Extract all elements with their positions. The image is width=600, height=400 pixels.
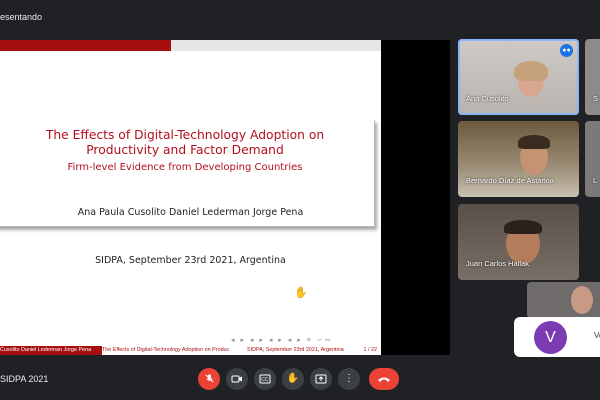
participant-tile-partial[interactable]: S [585,39,600,115]
participant-name: Bernardo Díaz de Astarloa [466,176,554,185]
slide-title: The Effects of Digital-Technology Adopti… [0,128,370,158]
captions-icon: CC [259,374,271,384]
participant-name-partial: S [593,94,599,103]
footer-title: The Effects of Digital-Technology Adopti… [102,346,247,355]
slide-title-line1: The Effects of Digital-Technology Adopti… [45,128,325,142]
participant-video-hair [518,135,550,149]
captions-button[interactable]: CC [254,368,276,390]
raise-hand-button[interactable]: ✋ [282,368,304,390]
participant-card-label: Ve [594,331,600,340]
slide-letterbox [381,40,450,355]
participant-name: Juan Carlos Hallak [466,259,529,268]
participant-tile-partial[interactable] [527,282,600,318]
participant-tile-partial[interactable]: L [585,121,600,197]
slide-event: SIDPA, September 23rd 2021, Argentina [95,255,286,266]
participant-tile-bernardo[interactable]: Bernardo Díaz de Astarloa [458,121,579,197]
present-icon [315,374,327,384]
slide-subtitle: Firm-level Evidence from Developing Coun… [67,162,303,173]
slide-header-stripe-grey [171,40,381,51]
top-bar: esentando [0,0,600,38]
footer-page-number: 1 / 22 [363,347,378,353]
speaking-indicator-icon: ●● [560,44,573,57]
participant-card[interactable]: V Ve [514,317,600,357]
raise-hand-icon: ✋ [286,373,300,384]
end-call-button[interactable] [369,368,399,390]
slide-footer: Cusolito Daniel Lederman Jorge Pena The … [0,346,381,355]
meeting-name: SIDPA 2021 [0,374,49,384]
camera-icon [231,375,242,383]
slide-header-stripe-red [0,40,171,51]
camera-button[interactable] [226,368,248,390]
slide-title-line2: Productivity and Factor Demand [86,143,284,157]
microphone-off-icon [204,374,214,383]
participant-tile-ana[interactable]: ●● Ana Cusolito [458,39,579,115]
more-options-icon: ⋮ [344,373,354,384]
participant-tile-juan[interactable]: Juan Carlos Hallak [458,204,579,280]
participant-name: Ana Cusolito [466,94,509,103]
hand-cursor-icon: ✋ [294,287,308,299]
avatar: V [534,321,567,354]
presenting-label: esentando [0,12,43,22]
participant-name-partial: L [593,176,598,185]
svg-text:CC: CC [261,377,269,383]
more-options-button[interactable]: ⋮ [338,368,360,390]
footer-event-text: SIDPA, September 23rd 2021, Argentina [247,347,344,353]
slide-authors: Ana Paula Cusolito Daniel Lederman Jorge… [77,207,304,218]
present-button[interactable] [310,368,332,390]
participant-video-hair [504,220,542,234]
presentation-slide: The Effects of Digital-Technology Adopti… [0,40,381,355]
beamer-nav-icons[interactable]: ◂ ▸ ◂ ▸ ◂ ▸ ◂ ▸ ≡ ∽∾ [231,336,332,344]
footer-event: SIDPA, September 23rd 2021, Argentina [247,346,381,355]
footer-authors: Cusolito Daniel Lederman Jorge Pena [0,346,102,355]
end-call-icon [378,377,390,382]
participant-video-hair [514,61,548,81]
microphone-off-button[interactable] [198,368,220,390]
participant-video-face [571,286,593,314]
